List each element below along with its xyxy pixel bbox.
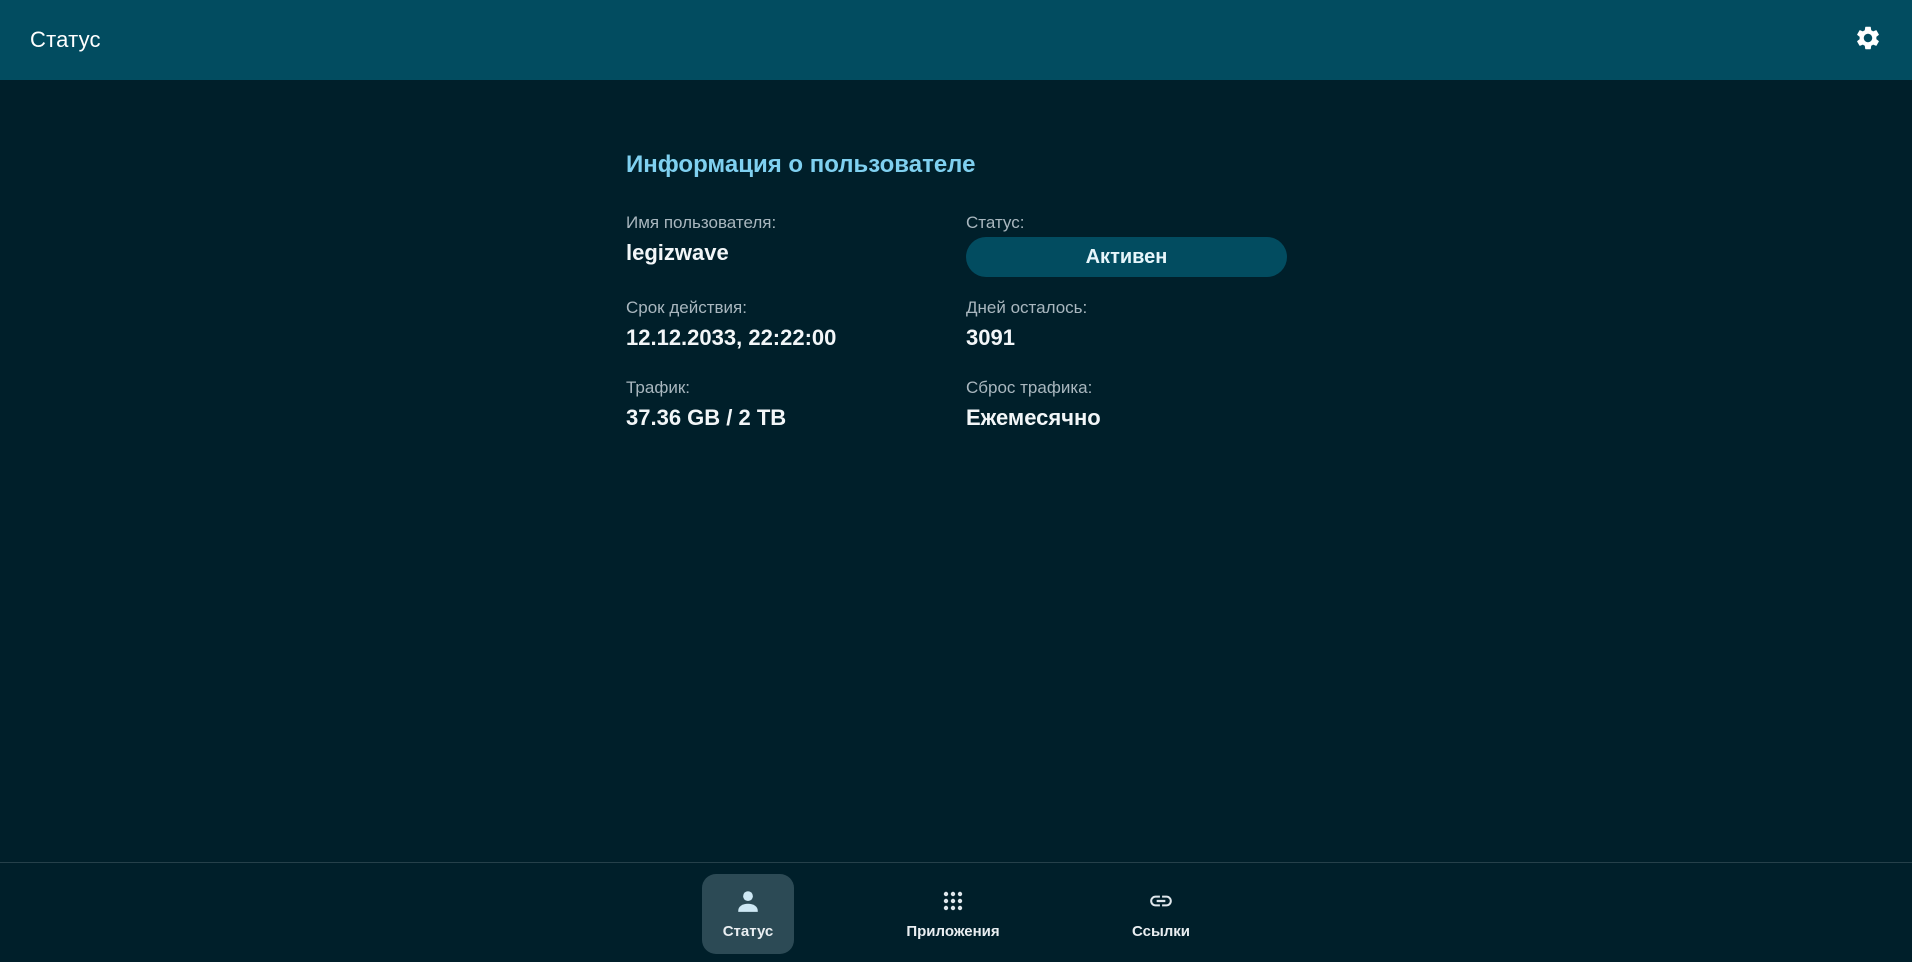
apps-grid-icon — [940, 888, 966, 914]
status-field: Статус: Активен — [966, 212, 1296, 277]
user-info-card: Информация о пользователе Имя пользовате… — [626, 150, 1316, 430]
username-field: Имя пользователя: legizwave — [626, 212, 956, 268]
traffic-reset-field: Сброс трафика: Ежемесячно — [966, 377, 1296, 433]
status-label: Статус: — [966, 213, 1025, 232]
traffic-value: 37.36 GB / 2 TB — [626, 405, 787, 430]
page-title: Статус — [30, 27, 101, 52]
nav-item-status[interactable]: Статус — [702, 874, 794, 954]
link-icon — [1148, 888, 1174, 914]
expiry-label: Срок действия: — [626, 298, 747, 317]
bottom-navigation: Статус Приложения Ссылки — [0, 862, 1912, 962]
username-label: Имя пользователя: — [626, 213, 777, 232]
main-content: Информация о пользователе Имя пользовате… — [0, 80, 1912, 862]
traffic-label: Трафик: — [626, 378, 690, 397]
user-info-title: Информация о пользователе — [626, 151, 976, 178]
expiry-field: Срок действия: 12.12.2033, 22:22:00 — [626, 297, 956, 353]
nav-item-apps[interactable]: Приложения — [906, 874, 1000, 954]
nav-item-label: Приложения — [906, 923, 1000, 940]
traffic-reset-label: Сброс трафика: — [966, 378, 1093, 397]
top-app-bar: Статус — [0, 0, 1912, 80]
person-icon — [735, 888, 761, 914]
days-left-field: Дней осталось: 3091 — [966, 297, 1296, 353]
days-left-value: 3091 — [966, 325, 1015, 350]
days-left-label: Дней осталось: — [966, 298, 1088, 317]
nav-item-label: Ссылки — [1131, 923, 1191, 940]
username-value: legizwave — [626, 240, 729, 265]
status-badge: Активен — [966, 237, 1287, 277]
settings-button[interactable] — [1850, 22, 1886, 58]
gear-icon — [1854, 24, 1882, 57]
nav-item-links[interactable]: Ссылки — [1115, 874, 1207, 954]
expiry-value: 12.12.2033, 22:22:00 — [626, 325, 837, 350]
traffic-field: Трафик: 37.36 GB / 2 TB — [626, 377, 956, 433]
nav-item-label: Статус — [722, 923, 774, 940]
traffic-reset-value: Ежемесячно — [966, 405, 1101, 430]
